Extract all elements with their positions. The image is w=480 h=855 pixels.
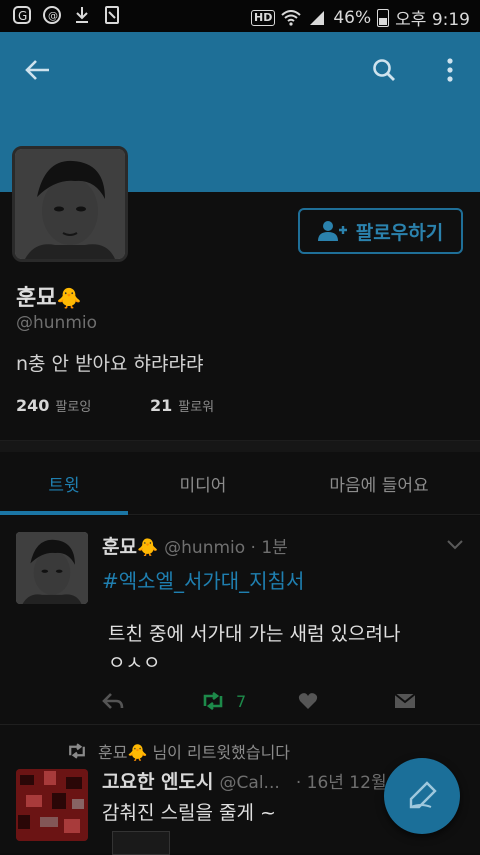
retweet-count: 7 <box>236 691 247 711</box>
more-vert-icon <box>447 58 453 82</box>
dm-icon <box>394 693 416 708</box>
tweet-hashtag[interactable]: #엑소엘_서가대_지침서 <box>102 565 304 594</box>
tweet-media-preview[interactable] <box>112 831 170 855</box>
retweet-button[interactable]: 7 <box>200 686 246 716</box>
tab-likes[interactable]: 마음에 들어요 <box>278 452 480 514</box>
search-icon <box>373 59 395 81</box>
follow-button[interactable]: 팔로우하기 <box>298 208 463 254</box>
profile-tabs: 트윗 미디어 마음에 들어요 <box>0 452 480 515</box>
tweet-avatar[interactable] <box>16 769 88 841</box>
back-button[interactable] <box>18 50 58 90</box>
tweet-handle: @Cal... <box>219 773 280 793</box>
chick-emoji: 🐥 <box>136 538 159 558</box>
like-button[interactable] <box>298 686 318 716</box>
screenshot-icon <box>102 5 122 25</box>
profile-stats: 240 팔로잉 21 팔로워 <box>16 396 214 415</box>
profile-bio: n충 안 받아요 햐랴랴랴 <box>16 353 204 375</box>
tweet-author-name: 훈묘 <box>102 536 137 558</box>
tab-tweets[interactable]: 트윗 <box>0 452 128 515</box>
tweet-actions: 7 <box>102 686 422 716</box>
search-button[interactable] <box>364 50 404 90</box>
tweet-text: 트친 중에 서가대 가는 새럼 있으려나 ㅇㅅㅇ <box>108 623 401 674</box>
retweet-notice: 훈묘🐥 님이 리트윗했습니다 <box>66 739 290 763</box>
svg-text:@: @ <box>48 11 58 22</box>
tweet-header: 훈묘🐥 @hunmio · 1분 <box>102 532 288 559</box>
signal-icon <box>307 8 327 28</box>
message-notification-icon: @ <box>42 5 62 25</box>
retweet-icon <box>203 692 223 710</box>
tweet-time: · 16년 12월 <box>295 773 387 793</box>
direct-message-button[interactable] <box>394 686 416 716</box>
chick-emoji: 🐥 <box>56 286 82 310</box>
following-label: 팔로잉 <box>55 400 92 415</box>
compose-icon <box>409 781 437 809</box>
profile-avatar[interactable] <box>12 146 128 262</box>
retweet-notice-text: 훈묘🐥 님이 리트윗했습니다 <box>98 743 291 762</box>
more-options-button[interactable] <box>430 50 470 90</box>
following-stat[interactable]: 240 팔로잉 <box>16 396 150 415</box>
network-badge: HD <box>251 9 276 26</box>
tweet-item[interactable]: 훈묘🐥 @hunmio · 1분 #엑소엘_서가대_지침서 트친 중에 서가대 가… <box>0 516 480 725</box>
back-arrow-icon <box>25 60 49 80</box>
profile-name-text: 훈묘 <box>16 286 57 311</box>
svg-text:G: G <box>18 9 27 23</box>
chevron-down-icon[interactable] <box>446 538 464 552</box>
followers-label: 팔로워 <box>178 400 215 415</box>
follow-button-label: 팔로우하기 <box>355 221 444 244</box>
heart-icon <box>298 693 318 709</box>
battery-icon <box>377 8 390 27</box>
tweet-handle-time: @hunmio · 1분 <box>164 538 288 558</box>
tweet-header: 고요한 엔도시 @Cal... · 16년 12월 <box>102 767 387 794</box>
profile-handle: @hunmio <box>16 313 98 333</box>
following-count: 240 <box>16 396 50 415</box>
app-notification-icon: G <box>12 5 32 25</box>
clock: 오후 9:19 <box>395 10 470 30</box>
followers-stat[interactable]: 21 팔로워 <box>150 396 214 415</box>
battery-percent: 46% <box>333 7 372 28</box>
status-bar: G @ HD 46% 오후 9:19 <box>0 0 480 32</box>
retweet-icon <box>69 743 85 759</box>
reply-button[interactable] <box>102 686 124 716</box>
download-icon <box>72 5 92 25</box>
tweet-author-name: 고요한 엔도시 <box>102 771 214 793</box>
tweet-text: 감춰진 스릴을 줄게 ~ <box>102 802 276 824</box>
tab-media[interactable]: 미디어 <box>128 452 278 514</box>
add-user-icon <box>317 221 347 241</box>
profile-name: 훈묘🐥 <box>16 280 81 312</box>
followers-count: 21 <box>150 396 173 415</box>
compose-tweet-button[interactable] <box>384 758 460 834</box>
wifi-icon <box>281 8 302 28</box>
reply-icon <box>102 693 124 709</box>
tweet-avatar[interactable] <box>16 532 88 604</box>
